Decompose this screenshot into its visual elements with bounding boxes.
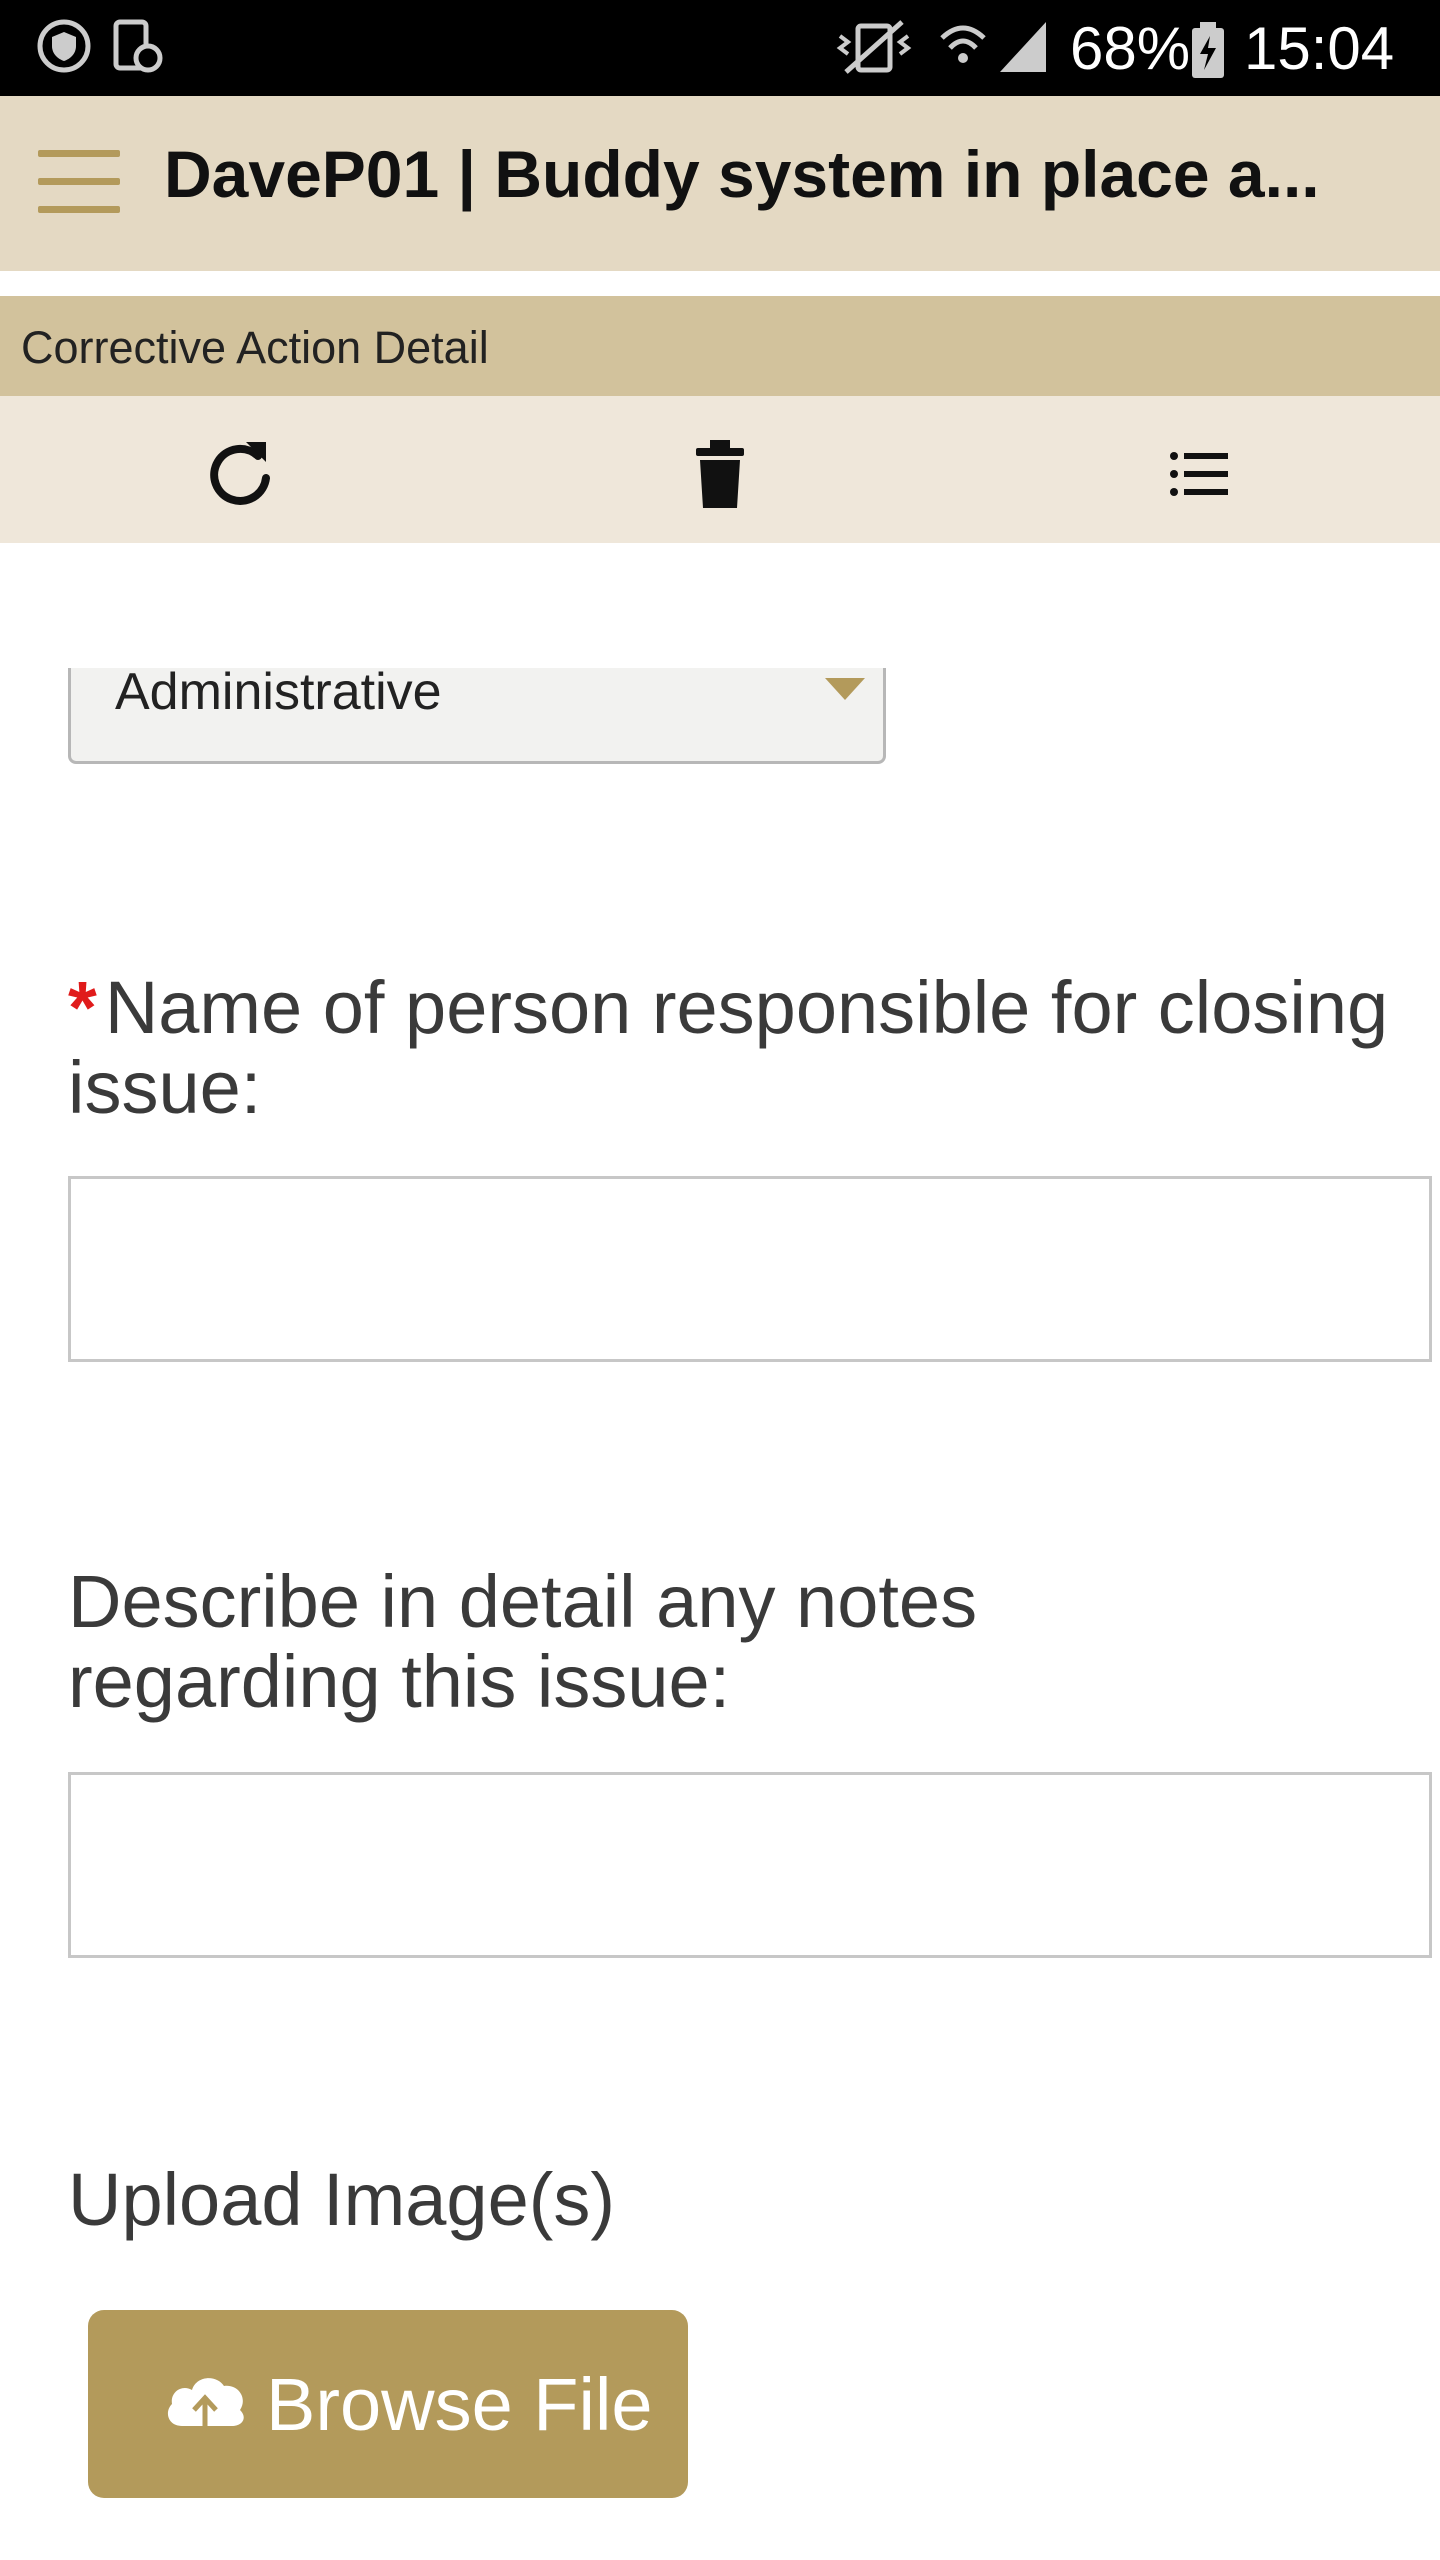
- responsible-person-label: * Name of person responsible for closing …: [68, 968, 1408, 1128]
- clock: 15:04: [1244, 15, 1395, 82]
- toolbar: [0, 396, 1440, 543]
- battery-charging-icon: [1190, 22, 1226, 83]
- select-value: Administrative: [115, 663, 442, 721]
- wifi-icon: [938, 18, 988, 83]
- refresh-icon[interactable]: [200, 434, 280, 514]
- chevron-down-icon: [825, 678, 865, 700]
- section-title: Corrective Action Detail: [21, 322, 489, 373]
- page-title: DaveP01 | Buddy system in place a...: [164, 137, 1320, 211]
- responsible-person-label-text: Name of person responsible for closing i…: [68, 966, 1389, 1129]
- signal-icon: [996, 18, 1052, 83]
- mute-vibrate-icon: [836, 18, 912, 83]
- app-header: DaveP01 | Buddy system in place a...: [0, 96, 1440, 271]
- shield-icon: [36, 18, 92, 79]
- trash-icon[interactable]: [680, 434, 760, 514]
- responsible-person-input[interactable]: [68, 1176, 1432, 1362]
- required-marker: *: [68, 966, 97, 1049]
- browse-file-label: Browse File: [266, 2363, 653, 2446]
- hamburger-menu-icon[interactable]: [38, 150, 124, 216]
- notes-input[interactable]: [68, 1772, 1432, 1958]
- status-bar: 68% 15:04: [0, 0, 1440, 96]
- list-icon[interactable]: [1160, 434, 1240, 514]
- cloud-upload-icon: [160, 2364, 250, 2444]
- battery-percent: 68%: [1070, 15, 1191, 82]
- notes-label: Describe in detail any notes regarding t…: [68, 1560, 978, 1723]
- screen-lock-icon: [110, 18, 166, 79]
- category-select[interactable]: Administrative: [68, 663, 886, 764]
- upload-label: Upload Image(s): [68, 2158, 616, 2241]
- browse-file-button[interactable]: Browse File: [88, 2310, 688, 2498]
- section-header: Corrective Action Detail: [0, 296, 1440, 396]
